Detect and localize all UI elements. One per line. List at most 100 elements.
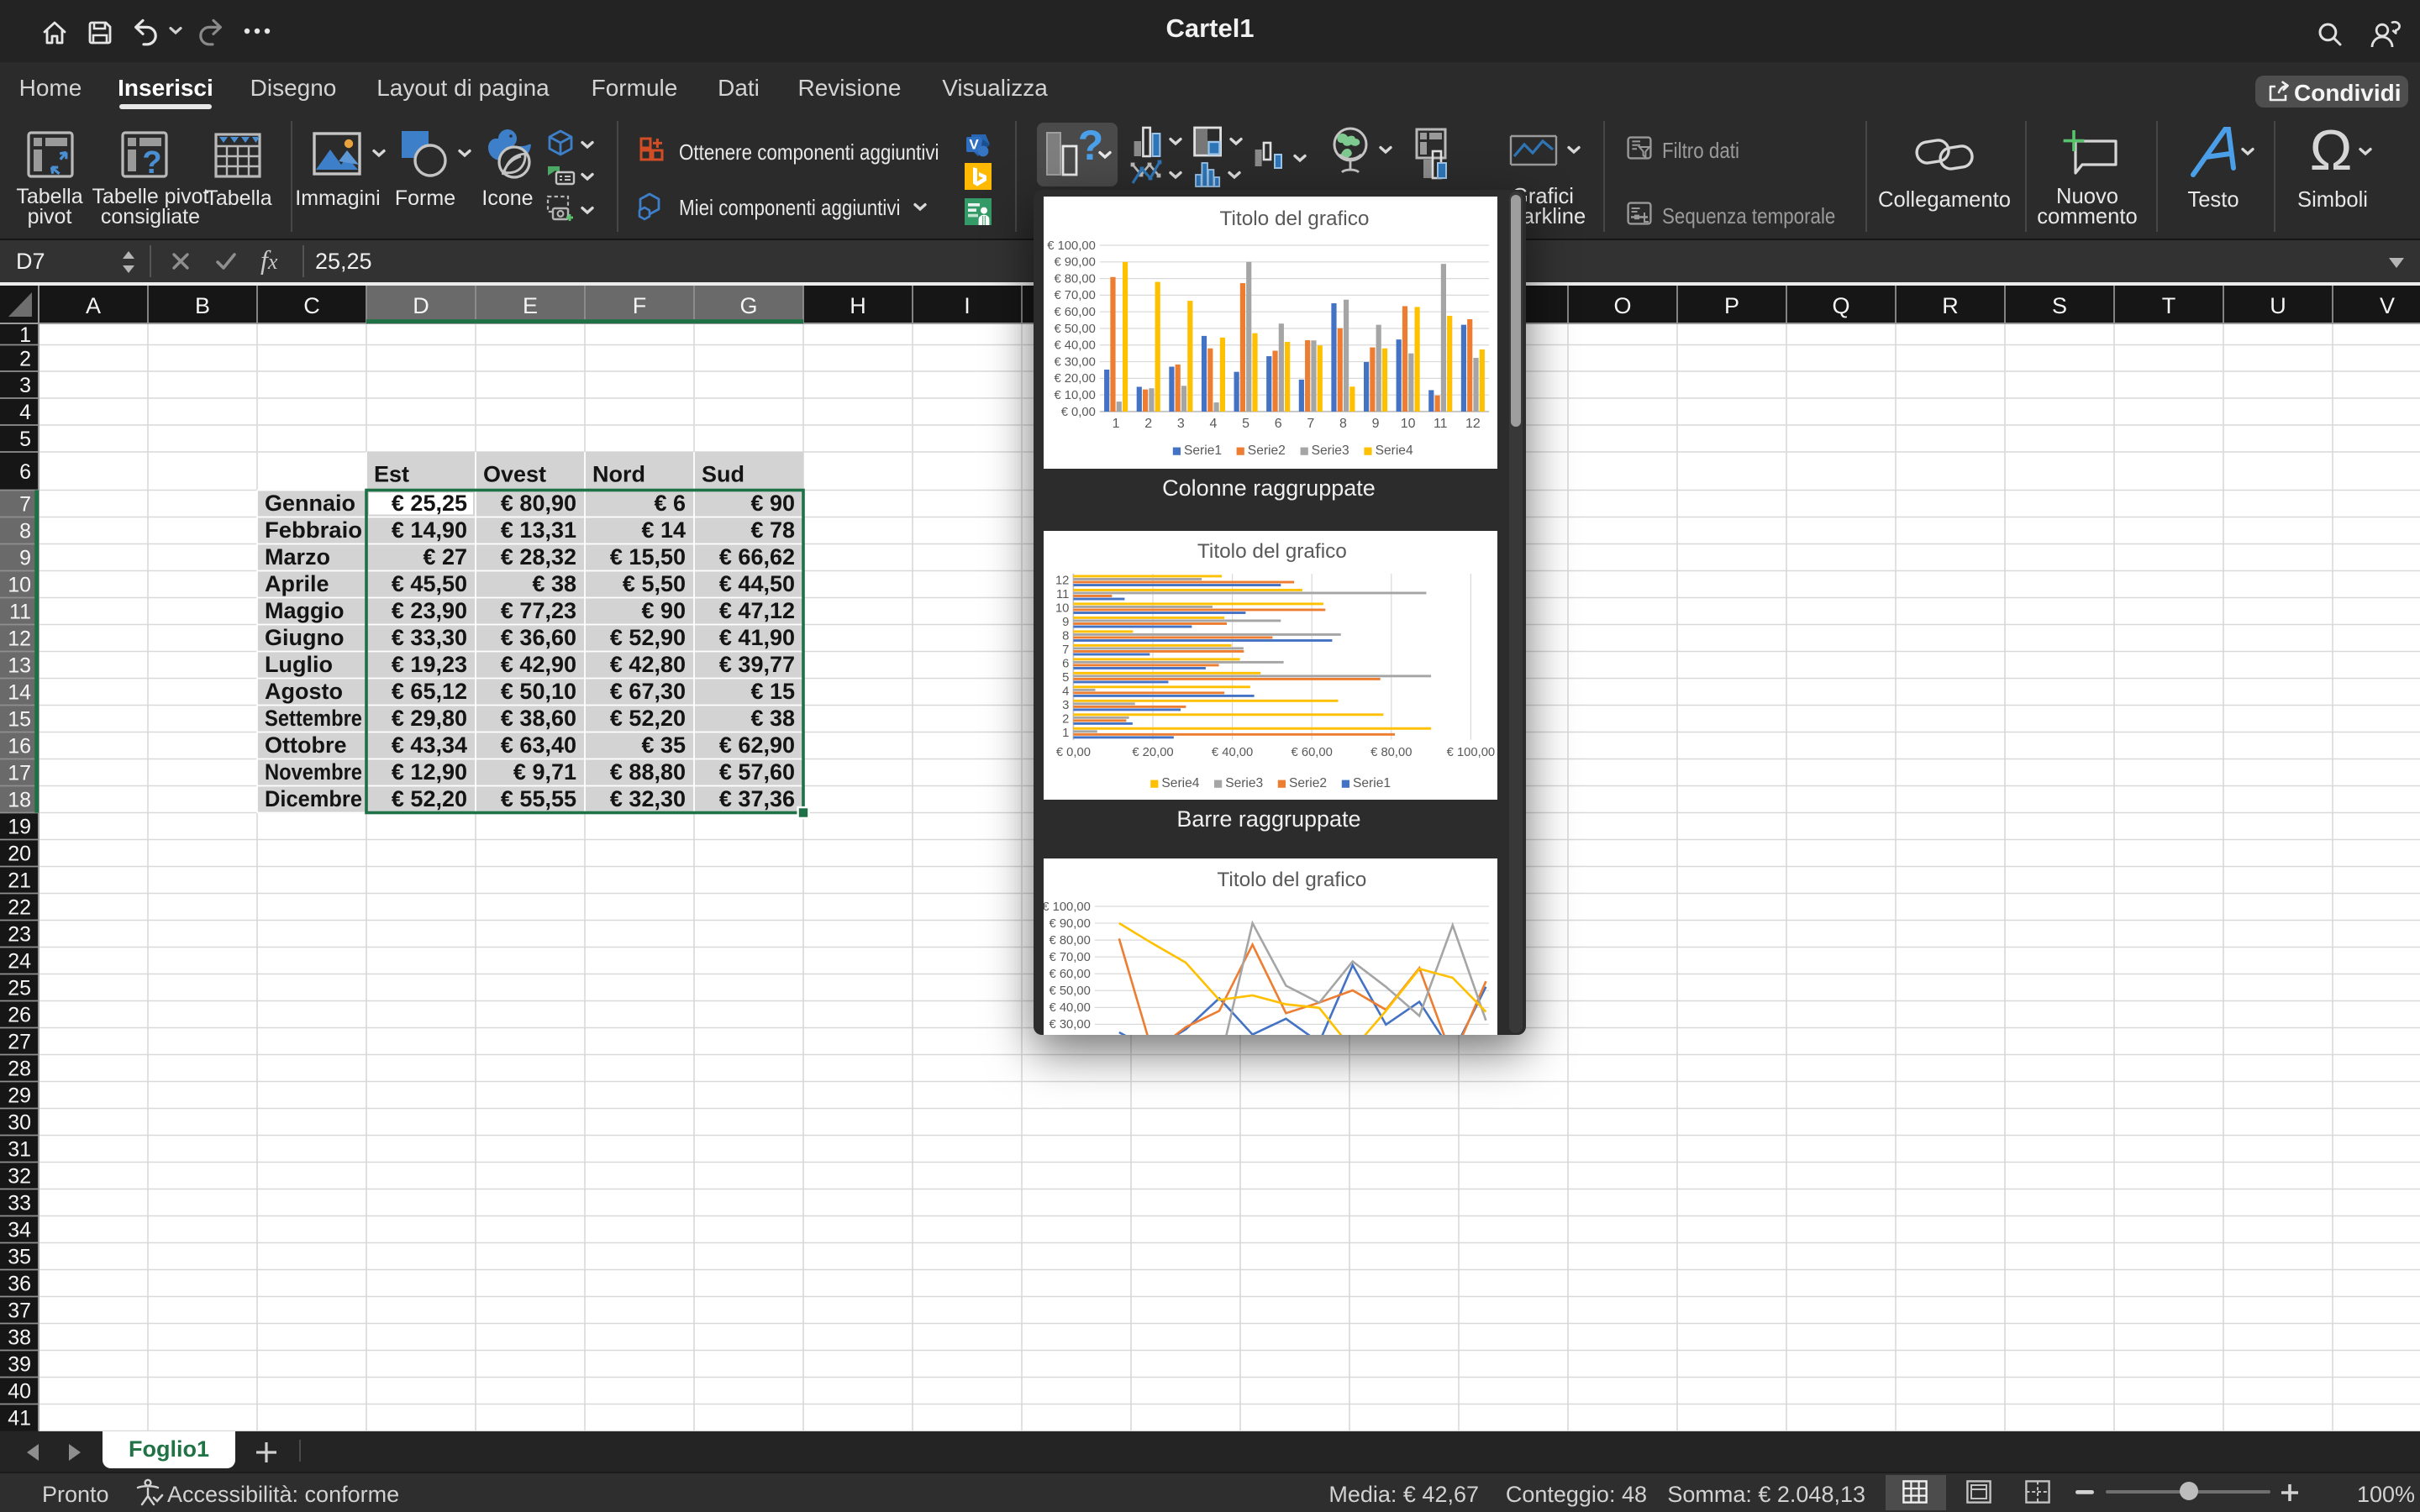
svg-text:R: R bbox=[1942, 293, 1959, 318]
svg-text:€ 41,90: € 41,90 bbox=[719, 625, 795, 650]
svg-text:5: 5 bbox=[1241, 417, 1249, 431]
svg-text:Ovest: Ovest bbox=[483, 462, 546, 487]
svg-text:€ 0,00: € 0,00 bbox=[1060, 406, 1095, 419]
svg-text:30: 30 bbox=[8, 1111, 31, 1135]
svg-text:11: 11 bbox=[1055, 587, 1068, 601]
svg-text:€ 10,00: € 10,00 bbox=[1053, 389, 1094, 402]
svg-text:€ 42,90: € 42,90 bbox=[501, 652, 576, 677]
svg-text:28: 28 bbox=[8, 1058, 31, 1081]
svg-text:€ 12,90: € 12,90 bbox=[392, 759, 467, 785]
svg-text:€ 38,60: € 38,60 bbox=[501, 706, 576, 731]
svg-text:40: 40 bbox=[8, 1380, 31, 1404]
svg-text:6: 6 bbox=[1274, 417, 1281, 431]
svg-text:Febbraio: Febbraio bbox=[265, 517, 362, 543]
svg-text:Dicembre: Dicembre bbox=[265, 786, 362, 811]
svg-text:€ 52,20: € 52,20 bbox=[610, 706, 686, 731]
svg-text:Settembre: Settembre bbox=[265, 706, 362, 731]
svg-text:14: 14 bbox=[8, 681, 31, 705]
svg-text:29: 29 bbox=[8, 1084, 31, 1108]
svg-text:€ 43,34: € 43,34 bbox=[392, 732, 467, 758]
svg-text:€ 36,60: € 36,60 bbox=[501, 625, 576, 650]
svg-text:€ 5,50: € 5,50 bbox=[623, 571, 686, 596]
svg-text:3: 3 bbox=[19, 374, 31, 397]
svg-text:€ 52,20: € 52,20 bbox=[392, 786, 467, 811]
svg-text:38: 38 bbox=[8, 1326, 31, 1350]
svg-text:Serie3: Serie3 bbox=[1224, 775, 1262, 790]
svg-text:€ 30,00: € 30,00 bbox=[1048, 1019, 1089, 1032]
svg-text:€ 40,00: € 40,00 bbox=[1053, 339, 1094, 353]
svg-text:€ 70,00: € 70,00 bbox=[1053, 289, 1094, 302]
svg-text:€ 47,12: € 47,12 bbox=[719, 598, 795, 623]
svg-text:€ 15,50: € 15,50 bbox=[610, 544, 686, 570]
svg-text:€ 28,32: € 28,32 bbox=[501, 544, 576, 570]
svg-text:20: 20 bbox=[8, 843, 31, 866]
svg-text:21: 21 bbox=[8, 869, 31, 893]
svg-text:T: T bbox=[2162, 293, 2176, 318]
svg-text:€ 19,23: € 19,23 bbox=[392, 652, 467, 677]
svg-text:€ 32,30: € 32,30 bbox=[610, 786, 686, 811]
svg-text:€ 80,00: € 80,00 bbox=[1370, 745, 1411, 759]
svg-text:2: 2 bbox=[1144, 417, 1151, 431]
svg-text:€ 80,00: € 80,00 bbox=[1053, 272, 1094, 286]
svg-text:€ 0,00: € 0,00 bbox=[1055, 745, 1090, 759]
svg-text:Ottobre: Ottobre bbox=[265, 732, 347, 758]
svg-text:V: V bbox=[969, 136, 979, 152]
svg-text:Serie2: Serie2 bbox=[1247, 444, 1285, 458]
svg-text:8: 8 bbox=[1339, 417, 1346, 431]
svg-text:G: G bbox=[739, 293, 757, 318]
svg-text:€ 37,36: € 37,36 bbox=[719, 786, 795, 811]
svg-text:Serie3: Serie3 bbox=[1311, 444, 1349, 458]
svg-text:31: 31 bbox=[8, 1138, 31, 1162]
svg-text:26: 26 bbox=[8, 1004, 31, 1027]
svg-text:2: 2 bbox=[19, 347, 31, 370]
svg-text:€ 23,90: € 23,90 bbox=[392, 598, 467, 623]
svg-text:€ 14,90: € 14,90 bbox=[392, 517, 467, 543]
svg-text:€ 20,00: € 20,00 bbox=[1053, 372, 1094, 386]
svg-text:I: I bbox=[964, 293, 971, 318]
svg-text:35: 35 bbox=[8, 1246, 31, 1269]
svg-text:Titolo del grafico: Titolo del grafico bbox=[1216, 869, 1365, 892]
svg-text:9: 9 bbox=[19, 547, 31, 570]
svg-text:10: 10 bbox=[1400, 417, 1415, 431]
svg-text:32: 32 bbox=[8, 1165, 31, 1189]
svg-text:O: O bbox=[1613, 293, 1631, 318]
svg-text:€ 78: € 78 bbox=[750, 517, 795, 543]
svg-text:€ 60,00: € 60,00 bbox=[1048, 969, 1089, 982]
svg-text:23: 23 bbox=[8, 923, 31, 947]
svg-text:17: 17 bbox=[8, 762, 31, 785]
svg-text:€ 30,00: € 30,00 bbox=[1053, 355, 1094, 369]
svg-text:€ 90: € 90 bbox=[750, 491, 795, 516]
svg-text:5: 5 bbox=[19, 428, 31, 451]
svg-text:27: 27 bbox=[8, 1031, 31, 1054]
svg-text:€ 90: € 90 bbox=[641, 598, 686, 623]
svg-text:36: 36 bbox=[8, 1273, 31, 1296]
svg-text:€ 13,31: € 13,31 bbox=[501, 517, 576, 543]
svg-text:€ 27: € 27 bbox=[423, 544, 467, 570]
svg-text:€ 33,30: € 33,30 bbox=[392, 625, 467, 650]
svg-text:3: 3 bbox=[1176, 417, 1184, 431]
svg-text:7: 7 bbox=[1306, 417, 1313, 431]
svg-text:S: S bbox=[2052, 293, 2067, 318]
svg-text:D: D bbox=[413, 293, 429, 318]
svg-text:11: 11 bbox=[9, 601, 31, 624]
svg-text:11: 11 bbox=[1433, 417, 1447, 431]
svg-text:€ 66,62: € 66,62 bbox=[719, 544, 795, 570]
svg-text:Serie1: Serie1 bbox=[1352, 775, 1390, 790]
svg-text:€ 50,10: € 50,10 bbox=[501, 679, 576, 704]
svg-text:Novembre: Novembre bbox=[265, 759, 362, 785]
svg-text:€ 60,00: € 60,00 bbox=[1053, 306, 1094, 319]
svg-text:7: 7 bbox=[19, 493, 31, 517]
svg-text:P: P bbox=[1724, 293, 1739, 318]
svg-text:8: 8 bbox=[19, 520, 31, 543]
svg-text:Marzo: Marzo bbox=[265, 544, 330, 570]
svg-text:18: 18 bbox=[8, 789, 31, 812]
svg-text:2: 2 bbox=[1061, 712, 1068, 726]
svg-text:19: 19 bbox=[8, 816, 31, 839]
svg-text:€ 15: € 15 bbox=[750, 679, 795, 704]
svg-text:Serie4: Serie4 bbox=[1160, 775, 1198, 790]
svg-text:€ 39,77: € 39,77 bbox=[719, 652, 795, 677]
svg-text:€ 6: € 6 bbox=[654, 491, 686, 516]
svg-text:12: 12 bbox=[1465, 417, 1480, 431]
svg-text:Maggio: Maggio bbox=[265, 598, 345, 623]
svg-text:16: 16 bbox=[8, 735, 31, 759]
